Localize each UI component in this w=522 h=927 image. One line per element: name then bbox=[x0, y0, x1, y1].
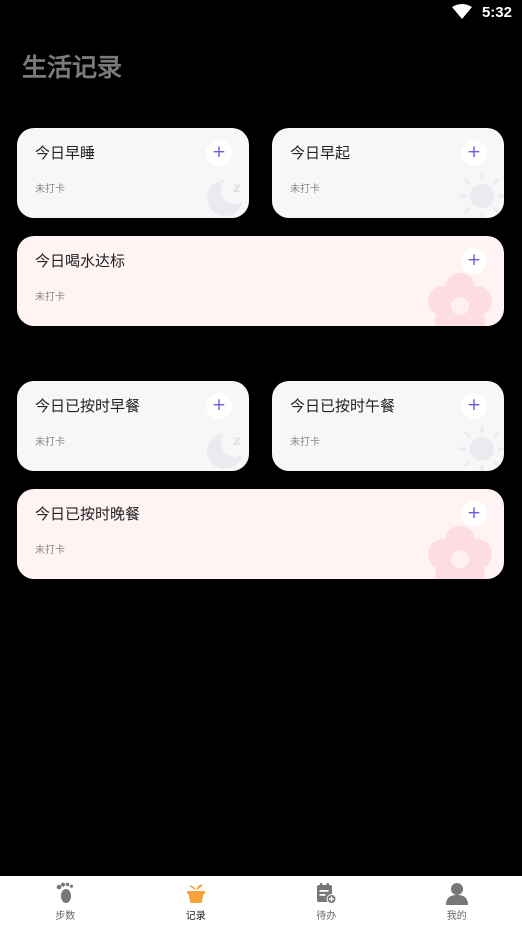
card-drink-water[interactable]: 今日喝水达标 未打卡 + bbox=[17, 236, 504, 326]
card-lunch[interactable]: 今日已按时午餐 未打卡 + bbox=[272, 381, 504, 471]
card-title: 今日已按时晚餐 bbox=[35, 505, 141, 523]
card-status: 未打卡 bbox=[290, 437, 320, 448]
card-title: 今日喝水达标 bbox=[35, 252, 126, 270]
card-title: 今日早起 bbox=[290, 144, 351, 162]
page-title: 生活记录 bbox=[22, 53, 123, 82]
tab-label: 我的 bbox=[446, 911, 467, 922]
tab-label: 记录 bbox=[185, 911, 206, 922]
add-button[interactable]: + bbox=[206, 393, 232, 419]
card-status: 未打卡 bbox=[35, 292, 65, 303]
add-button[interactable]: + bbox=[461, 393, 487, 419]
card-title: 今日已按时早餐 bbox=[35, 397, 141, 415]
status-bar: 5:32 bbox=[0, 0, 522, 26]
moon-sleep-icon: z bbox=[207, 176, 249, 216]
tab-todo[interactable]: 待办 bbox=[261, 876, 392, 927]
add-button[interactable]: + bbox=[206, 140, 232, 166]
flower-icon bbox=[428, 526, 492, 579]
card-title: 今日已按时午餐 bbox=[290, 397, 396, 415]
todo-calendar-icon bbox=[317, 883, 337, 904]
card-dinner[interactable]: 今日已按时晚餐 未打卡 + bbox=[17, 489, 504, 579]
svg-text:z: z bbox=[233, 434, 241, 449]
sun-icon bbox=[458, 425, 504, 471]
footprint-icon bbox=[56, 882, 74, 903]
card-early-rise[interactable]: 今日早起 未打卡 + bbox=[272, 128, 504, 218]
status-time: 5:32 bbox=[481, 4, 512, 21]
card-status: 未打卡 bbox=[35, 545, 65, 556]
card-title: 今日早睡 bbox=[35, 144, 96, 162]
card-status: 未打卡 bbox=[290, 184, 320, 195]
bottom-tab-bar: 步数 记录 待办 我的 bbox=[0, 876, 522, 927]
plant-pot-icon bbox=[186, 884, 205, 903]
flower-icon bbox=[428, 273, 492, 326]
card-status: 未打卡 bbox=[35, 437, 65, 448]
wifi-icon bbox=[452, 4, 472, 19]
tab-label: 步数 bbox=[55, 911, 76, 922]
svg-text:z: z bbox=[233, 181, 241, 196]
add-button[interactable]: + bbox=[461, 140, 487, 166]
card-breakfast[interactable]: 今日已按时早餐 未打卡 + z bbox=[17, 381, 249, 471]
tab-label: 待办 bbox=[316, 911, 337, 922]
profile-icon bbox=[445, 883, 468, 905]
moon-sleep-icon: z bbox=[207, 429, 249, 469]
sun-icon bbox=[458, 172, 504, 218]
card-status: 未打卡 bbox=[35, 184, 65, 195]
tab-steps[interactable]: 步数 bbox=[0, 876, 131, 927]
tab-mine[interactable]: 我的 bbox=[392, 876, 522, 927]
tab-record[interactable]: 记录 bbox=[131, 876, 262, 927]
card-early-sleep[interactable]: 今日早睡 未打卡 + z bbox=[17, 128, 249, 218]
